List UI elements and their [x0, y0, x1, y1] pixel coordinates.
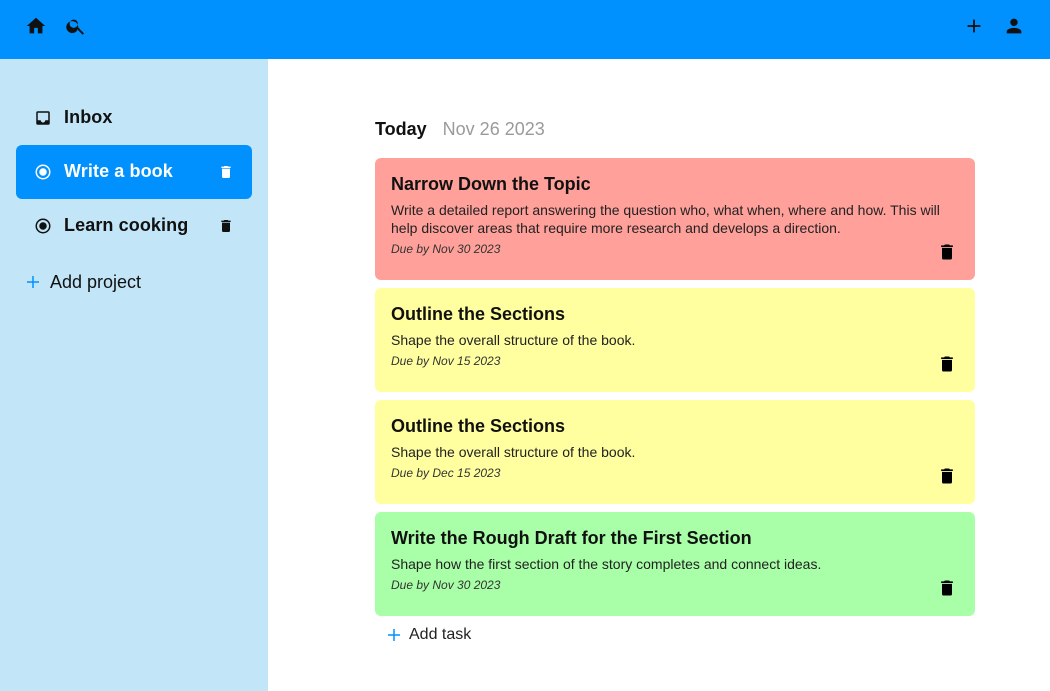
radio-icon: [33, 216, 53, 236]
task-description: Write a detailed report answering the qu…: [391, 202, 940, 236]
sidebar-item-label: Learn cooking: [64, 215, 189, 235]
search-icon[interactable]: [64, 14, 88, 38]
task-card[interactable]: Narrow Down the Topic Write a detailed r…: [375, 158, 975, 280]
plus-icon: [24, 273, 42, 291]
main-content: Today Nov 26 2023 Narrow Down the Topic …: [268, 59, 1050, 691]
add-task-label: Add task: [409, 626, 472, 643]
add-task-button[interactable]: Add task: [385, 626, 471, 644]
home-icon[interactable]: [24, 14, 48, 38]
task-due-date: Due by Nov 30 2023: [391, 578, 501, 592]
inbox-icon: [33, 108, 53, 128]
task-card[interactable]: Write the Rough Draft for the First Sect…: [375, 512, 975, 616]
delete-project-icon[interactable]: [216, 216, 236, 236]
sidebar-item-label: Write a book: [64, 161, 173, 181]
task-description: Shape the overall structure of the book.: [391, 444, 636, 460]
delete-project-icon[interactable]: [216, 162, 236, 182]
page-title: Today: [375, 119, 427, 139]
task-title: Narrow Down the Topic: [391, 174, 591, 194]
page-heading: Today Nov 26 2023: [375, 119, 545, 140]
page-date: Nov 26 2023: [442, 119, 545, 139]
sidebar-item-learn-cooking[interactable]: Learn cooking: [16, 199, 252, 253]
task-card[interactable]: Outline the Sections Shape the overall s…: [375, 288, 975, 392]
sidebar: Inbox Write a book Learn cooking Add pro…: [0, 59, 268, 691]
task-card[interactable]: Outline the Sections Shape the overall s…: [375, 400, 975, 504]
plus-icon: [385, 626, 403, 644]
task-description: Shape the overall structure of the book.: [391, 332, 636, 348]
radio-icon: [33, 162, 53, 182]
add-project-label: Add project: [50, 271, 142, 292]
task-title: Write the Rough Draft for the First Sect…: [391, 528, 752, 548]
task-description: Shape how the first section of the story…: [391, 556, 822, 572]
account-icon[interactable]: [1002, 14, 1026, 38]
delete-task-icon[interactable]: [937, 577, 957, 599]
task-title: Outline the Sections: [391, 304, 566, 324]
delete-task-icon[interactable]: [937, 241, 957, 263]
sidebar-item-label: Inbox: [64, 107, 113, 127]
top-app-bar: [0, 0, 1050, 59]
task-title: Outline the Sections: [391, 416, 566, 436]
task-due-date: Due by Dec 15 2023: [391, 466, 501, 480]
task-due-date: Due by Nov 15 2023: [391, 354, 501, 368]
sidebar-item-inbox[interactable]: Inbox: [16, 91, 252, 145]
sidebar-item-write-a-book[interactable]: Write a book: [16, 145, 252, 199]
add-plus-icon[interactable]: [962, 14, 986, 38]
task-due-date: Due by Nov 30 2023: [391, 242, 501, 256]
delete-task-icon[interactable]: [937, 465, 957, 487]
add-project-button[interactable]: Add project: [24, 270, 141, 294]
delete-task-icon[interactable]: [937, 353, 957, 375]
